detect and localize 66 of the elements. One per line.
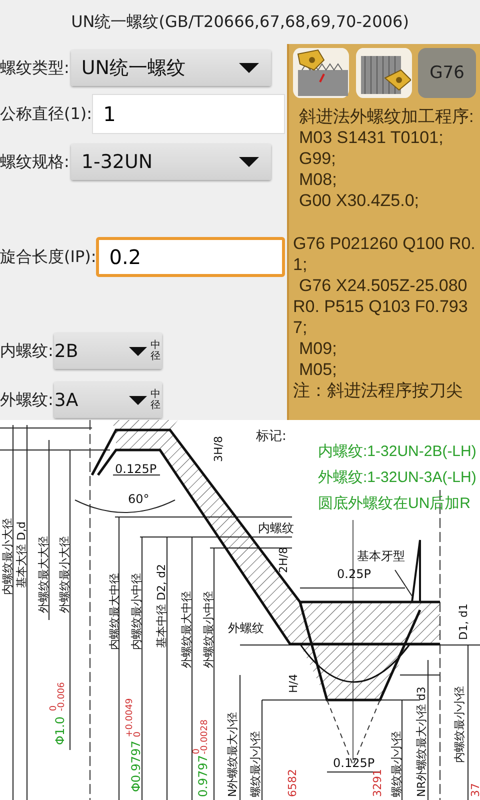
dimension-value: 37 <box>469 783 480 797</box>
drawing-label: 外螺纹 <box>228 621 264 635</box>
drawing-label: 内螺纹最小大径 <box>1 518 14 595</box>
input-field[interactable]: 1 <box>92 94 285 134</box>
threading-tool-button[interactable] <box>293 48 349 98</box>
drawing-label: 基本大径 D,d <box>15 522 28 588</box>
caret-icon <box>129 346 148 356</box>
marking-line: 外螺纹:1-32UN-3A(-LH) <box>318 469 476 486</box>
drawing-label: N外螺纹最大小径 <box>226 712 239 797</box>
drawing-label: 外螺纹最小大径 <box>58 536 71 613</box>
field-label: 螺纹类型: <box>0 58 70 78</box>
window-title: UN统一螺纹(GB/T20666,67,68,69,70-2006) <box>70 10 410 32</box>
drawing-label: 螺纹最小小径 <box>249 731 262 797</box>
tolerance-value: Φ0.9797 +0.0049 0 <box>125 698 143 792</box>
program-line: G00 X30.4Z5.0; <box>298 190 420 211</box>
drawing-label: 内螺纹最小中径 <box>130 573 143 650</box>
drawing-label: 内螺纹最小小径 <box>453 686 466 763</box>
caret-icon <box>239 63 260 73</box>
drawing-label: D1, d1 <box>457 604 470 640</box>
drawing-label: 外螺纹最大中径 <box>180 591 193 668</box>
drawing-label: 3H/8 <box>212 436 225 462</box>
drawing-label: 0.125P <box>115 462 157 476</box>
drawing-label: H/4 <box>287 674 300 693</box>
tolerance-value: Φ1.0 0 -0.006 <box>49 682 67 745</box>
drawing-label: 2H/8 <box>277 547 290 573</box>
program-line: 注：斜进法程序按刀尖 <box>293 380 464 401</box>
tolerance-value: 0.97970 -0.0028 <box>192 720 210 797</box>
program-line: G76 P021260 Q100 R0.1; <box>293 233 476 275</box>
field-label: 外螺纹: <box>0 390 54 410</box>
threading-tool-button[interactable] <box>356 48 412 98</box>
drawing-label: 基本中径 D2, d2 <box>155 564 168 648</box>
pitch-diameter-tag: 中径 <box>150 389 160 411</box>
drawing-label: 0.125P <box>333 756 375 770</box>
drawing-label: 螺纹最小小径 <box>390 731 403 797</box>
marking-line: 圆底外螺纹在UN后加R <box>318 495 470 512</box>
program-line: G76 X24.505Z-25.080 R0. P515 Q103 F0.7937; <box>293 275 469 338</box>
drawing-label: 内螺纹 <box>258 521 294 535</box>
drawing-label: 外螺纹最小中径 <box>202 591 215 668</box>
program-line: M09; <box>298 338 338 359</box>
program-line: M08; <box>298 169 338 190</box>
field-label: 螺纹规格: <box>0 152 70 172</box>
marking-line: 内螺纹:1-32UN-2B(-LH) <box>318 443 476 460</box>
tolerance-class-dropdown[interactable]: 2B 中径 <box>54 333 162 369</box>
drawing-label: NR外螺纹最大小径 d3 <box>415 686 428 797</box>
dimension-value: 3291 <box>371 769 384 797</box>
drawing-label: 基本牙型 <box>357 549 405 563</box>
tolerance-class-dropdown[interactable]: 3A 中径 <box>54 382 162 418</box>
dimension-value: 6582 <box>286 769 299 797</box>
field-label: 旋合长度(IP): <box>0 246 96 268</box>
pitch-diameter-tag: 中径 <box>150 340 160 362</box>
caret-icon <box>129 396 148 404</box>
input-field[interactable]: 0.2 <box>96 237 285 277</box>
program-line: 斜进法外螺纹加工程序: <box>298 106 475 127</box>
program-line: G99; <box>298 148 337 169</box>
drawing-label: 内螺纹最大中径 <box>108 573 121 650</box>
caret-icon <box>239 157 260 167</box>
thread-type-dropdown[interactable]: UN统一螺纹 <box>71 50 272 86</box>
field-label: 公称直径(1): <box>0 104 92 124</box>
program-line: M03 S1431 T0101; <box>298 127 444 148</box>
drawing-label: 60° <box>128 492 150 506</box>
program-line: M05; <box>298 359 338 380</box>
g76-button[interactable]: G76 <box>418 48 476 98</box>
thread-spec-dropdown[interactable]: 1-32UN <box>71 144 272 180</box>
field-label: 内螺纹: <box>0 340 54 362</box>
drawing-label: 外螺纹最大大径 <box>37 536 50 613</box>
marking-title: 标记: <box>256 429 286 444</box>
